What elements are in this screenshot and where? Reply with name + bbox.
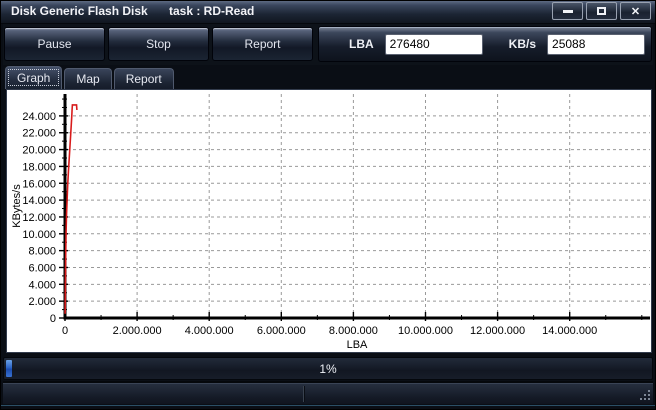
svg-text:22.000: 22.000	[22, 128, 56, 140]
svg-text:2.000.000: 2.000.000	[113, 325, 162, 337]
app-window: Disk Generic Flash Disk task : RD-Read ✕…	[0, 0, 656, 410]
svg-text:KBytes/s: KBytes/s	[11, 184, 23, 228]
window-bottom-edge	[1, 405, 655, 406]
toolbar: Pause Stop Report LBA KB/s	[3, 24, 653, 65]
speed-chart: 0 2.000.000 4.000.000 6.000.000 8.000.000 10.…	[6, 89, 652, 353]
status-divider	[303, 386, 304, 402]
stop-button[interactable]: Stop	[108, 27, 209, 61]
toolbar-buttons: Pause Stop Report	[4, 27, 313, 61]
svg-text:0: 0	[62, 325, 68, 337]
status-bar	[3, 383, 653, 404]
window-title: Disk Generic Flash Disk	[11, 4, 148, 18]
svg-text:4.000.000: 4.000.000	[185, 325, 234, 337]
minimize-icon	[562, 9, 573, 13]
close-button[interactable]: ✕	[620, 2, 651, 20]
tab-map[interactable]: Map	[64, 68, 112, 89]
svg-text:14.000.000: 14.000.000	[542, 325, 597, 337]
close-icon: ✕	[630, 5, 641, 18]
svg-text:24.000: 24.000	[22, 111, 56, 123]
svg-text:12.000: 12.000	[22, 212, 56, 224]
title-bar[interactable]: Disk Generic Flash Disk task : RD-Read ✕	[1, 1, 655, 24]
svg-text:16.000: 16.000	[22, 178, 56, 190]
svg-text:4.000: 4.000	[28, 279, 56, 291]
svg-text:12.000.000: 12.000.000	[470, 325, 525, 337]
lba-label: LBA	[349, 37, 374, 51]
task-label: task : RD-Read	[169, 4, 255, 18]
minimize-button[interactable]	[552, 2, 583, 20]
svg-text:10.000.000: 10.000.000	[398, 325, 453, 337]
svg-text:8.000: 8.000	[28, 246, 56, 258]
lba-field[interactable]	[384, 33, 483, 55]
tab-bar: Graph Map Report	[5, 65, 174, 89]
window-controls: ✕	[552, 2, 651, 20]
maximize-icon	[597, 7, 606, 15]
pause-button[interactable]: Pause	[4, 27, 105, 61]
svg-text:18.000: 18.000	[22, 161, 56, 173]
progress-percent: 1%	[319, 362, 337, 376]
tab-graph[interactable]: Graph	[5, 66, 63, 89]
report-button[interactable]: Report	[212, 27, 313, 61]
kbs-label: KB/s	[508, 37, 537, 51]
progress-bar: 1%	[3, 357, 653, 380]
svg-text:14.000: 14.000	[22, 195, 56, 207]
maximize-button[interactable]	[586, 2, 617, 20]
kbs-field[interactable]	[547, 33, 646, 55]
svg-text:2.000: 2.000	[28, 296, 56, 308]
svg-text:20.000: 20.000	[22, 145, 56, 157]
readout-panel: LBA KB/s	[318, 26, 652, 62]
svg-text:8.000.000: 8.000.000	[329, 325, 378, 337]
svg-text:6.000.000: 6.000.000	[257, 325, 306, 337]
tab-report[interactable]: Report	[113, 68, 174, 89]
svg-text:6.000: 6.000	[28, 262, 56, 274]
resize-grip-icon[interactable]	[640, 398, 642, 400]
speed-chart-canvas: 0 2.000.000 4.000.000 6.000.000 8.000.000 10.…	[11, 94, 650, 351]
svg-text:0: 0	[50, 313, 56, 325]
svg-text:10.000: 10.000	[22, 229, 56, 241]
svg-text:LBA: LBA	[347, 339, 368, 351]
